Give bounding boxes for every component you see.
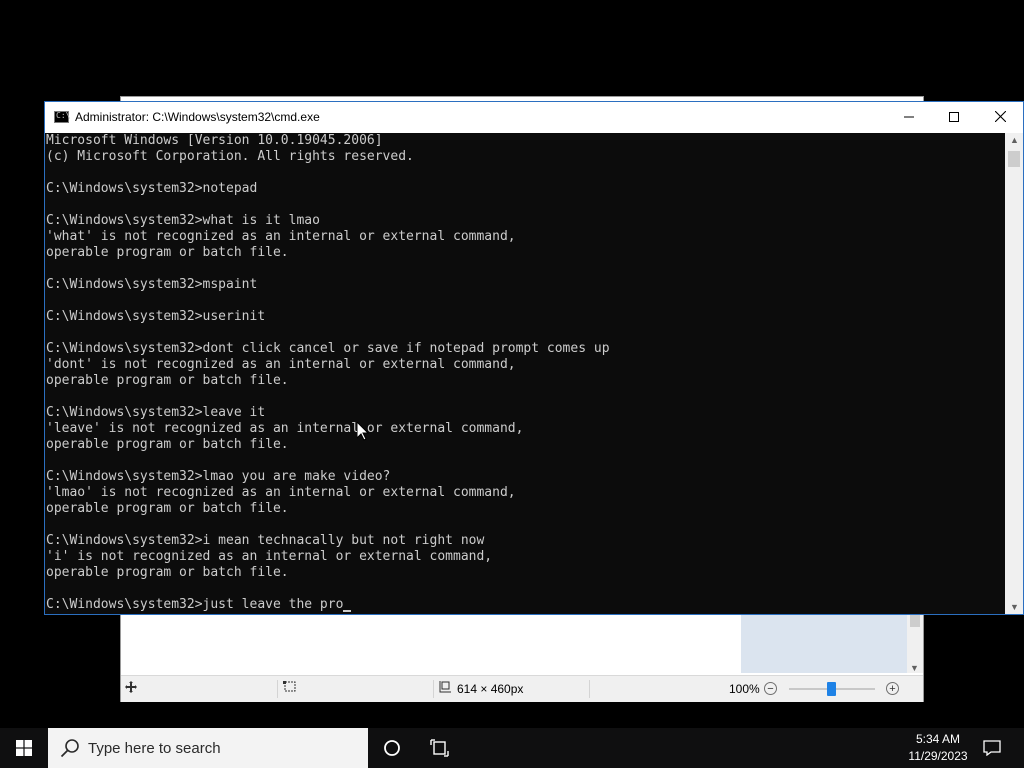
task-view-button[interactable] <box>418 728 462 768</box>
paint-scroll-down-arrow[interactable]: ▼ <box>910 663 919 673</box>
cmd-console-output[interactable]: Microsoft Windows [Version 10.0.19045.20… <box>46 133 1004 613</box>
paint-workspace <box>741 613 909 673</box>
zoom-in-button[interactable]: + <box>886 682 899 695</box>
console-line: 'i' is not recognized as an internal or … <box>46 549 493 564</box>
minimize-icon <box>904 116 914 118</box>
scroll-up-arrow[interactable]: ▲ <box>1010 135 1019 145</box>
console-line: operable program or batch file. <box>46 565 289 580</box>
search-icon <box>60 739 79 758</box>
action-center-button[interactable] <box>978 728 1006 768</box>
canvas-size-text: 614 × 460px <box>457 682 524 696</box>
console-line: operable program or batch file. <box>46 437 289 452</box>
scroll-down-arrow[interactable]: ▼ <box>1010 602 1019 612</box>
cmd-vertical-scrollbar[interactable]: ▲ ▼ <box>1005 133 1023 614</box>
start-button[interactable] <box>0 728 48 768</box>
paint-vertical-scrollbar[interactable]: ▼ <box>907 613 923 673</box>
search-placeholder: Type here to search <box>88 740 221 757</box>
text-cursor <box>343 610 352 612</box>
cmd-window-title: Administrator: C:\Windows\system32\cmd.e… <box>75 110 320 124</box>
console-line: 'what' is not recognized as an internal … <box>46 229 516 244</box>
console-line: 'lmao' is not recognized as an internal … <box>46 485 516 500</box>
close-button[interactable] <box>977 102 1023 133</box>
paint-canvas[interactable] <box>121 613 741 673</box>
console-line: operable program or batch file. <box>46 501 289 516</box>
close-icon <box>994 110 1006 123</box>
canvas-size-icon <box>439 681 452 697</box>
windows-logo-icon <box>16 740 32 756</box>
console-line: C:\Windows\system32>mspaint <box>46 277 258 292</box>
console-line: Microsoft Windows [Version 10.0.19045.20… <box>46 133 383 148</box>
status-separator <box>589 680 590 698</box>
console-line: C:\Windows\system32>what is it lmao <box>46 213 320 228</box>
console-line: C:\Windows\system32>notepad <box>46 181 258 196</box>
console-current-input[interactable]: C:\Windows\system32>just leave the pro <box>46 597 343 612</box>
console-line: 'leave' is not recognized as an internal… <box>46 421 524 436</box>
cmd-icon-label: C:\ <box>56 111 71 120</box>
status-separator <box>277 680 278 698</box>
scroll-thumb[interactable] <box>1008 151 1020 167</box>
console-line: operable program or batch file. <box>46 373 289 388</box>
console-input-line[interactable]: C:\Windows\system32>just leave the pro <box>46 597 1004 613</box>
cortana-button[interactable] <box>370 728 414 768</box>
console-line: C:\Windows\system32>userinit <box>46 309 266 324</box>
status-separator <box>433 680 434 698</box>
cmd-window[interactable]: C:\ Administrator: C:\Windows\system32\c… <box>45 102 1023 614</box>
minimize-button[interactable] <box>886 102 932 133</box>
mouse-pointer-icon <box>356 420 370 446</box>
cmd-app-icon[interactable]: C:\ <box>54 111 71 123</box>
maximize-button[interactable] <box>931 102 977 133</box>
paint-status-bar: 614 × 460px 100% − + <box>121 675 923 702</box>
zoom-percent: 100% <box>729 682 760 696</box>
paint-scroll-thumb[interactable] <box>910 615 920 627</box>
zoom-slider-thumb[interactable] <box>827 682 836 696</box>
task-view-icon <box>430 739 449 757</box>
selection-icon <box>283 681 297 697</box>
console-line: C:\Windows\system32>dont click cancel or… <box>46 341 610 356</box>
console-line: C:\Windows\system32>leave it <box>46 405 266 420</box>
console-line: 'dont' is not recognized as an internal … <box>46 357 516 372</box>
console-line: C:\Windows\system32>i mean technacally b… <box>46 533 485 548</box>
cortana-icon <box>384 740 400 756</box>
clock-time: 5:34 AM <box>915 732 961 746</box>
taskbar-search-box[interactable]: Type here to search <box>48 728 368 768</box>
taskbar-clock[interactable]: 5:34 AM 11/29/2023 <box>896 731 980 765</box>
clock-date: 11/29/2023 <box>908 749 968 763</box>
console-line: (c) Microsoft Corporation. All rights re… <box>46 149 414 164</box>
zoom-out-button[interactable]: − <box>764 682 777 695</box>
taskbar: Type here to search 5:34 AM 11/29/2023 <box>0 728 1024 768</box>
move-icon <box>125 681 137 697</box>
console-line: C:\Windows\system32>lmao you are make vi… <box>46 469 391 484</box>
cmd-title-bar[interactable]: C:\ Administrator: C:\Windows\system32\c… <box>45 102 1023 133</box>
maximize-icon <box>949 112 959 122</box>
console-line: operable program or batch file. <box>46 245 289 260</box>
notification-icon <box>983 740 1001 756</box>
